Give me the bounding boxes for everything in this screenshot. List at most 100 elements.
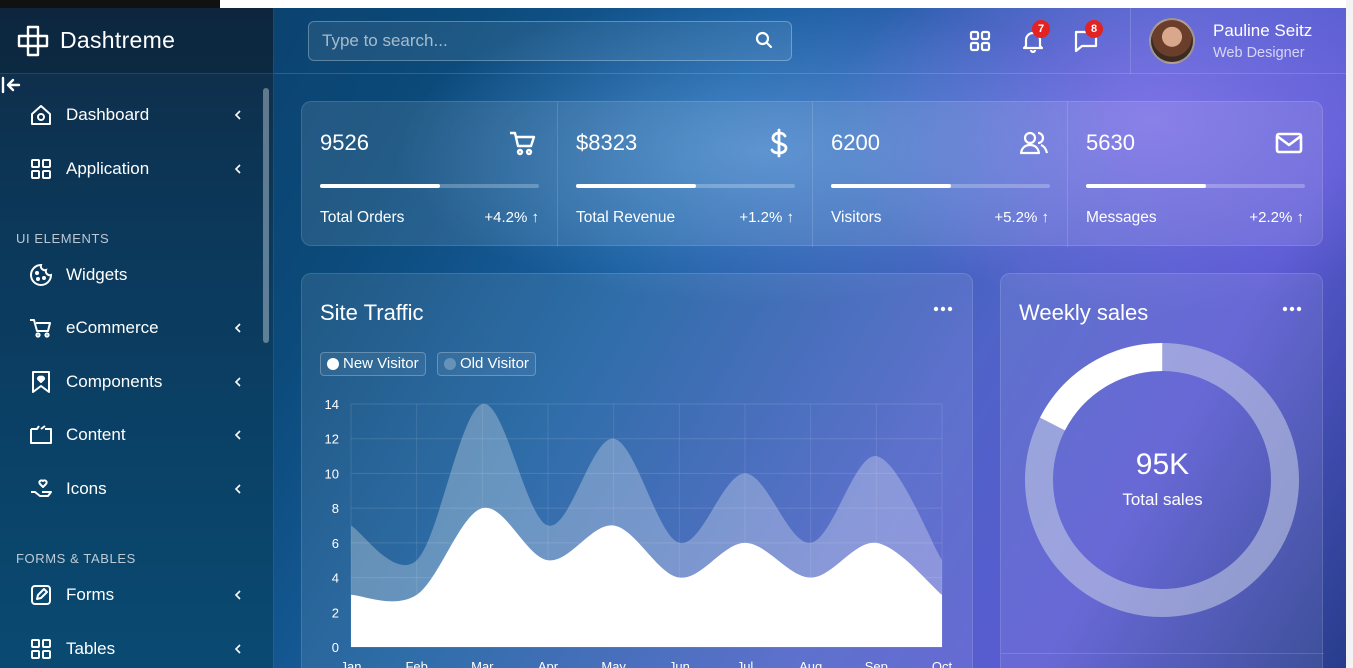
arrow-up-icon: ↑ — [531, 209, 540, 226]
panel-title: Weekly sales — [1019, 300, 1149, 325]
donut-value: 95K — [1135, 448, 1190, 481]
legend-label: New Visitor — [343, 355, 419, 372]
hand-heart-icon — [31, 479, 52, 497]
sidebar-item-tables[interactable]: Tables — [0, 626, 262, 668]
browser-top-strip-dark — [0, 0, 220, 8]
chevron-left-icon — [234, 590, 241, 600]
sidebar-item-label: Widgets — [66, 265, 128, 284]
stat-change-value: +2.2% — [1249, 209, 1293, 226]
stat-progress — [831, 184, 1050, 188]
chevron-left-icon — [234, 323, 241, 333]
stat-progress-fill — [320, 184, 441, 188]
chevron-left-icon — [234, 484, 241, 494]
x-tick-label: Jul — [737, 659, 754, 668]
envelope-icon — [1275, 132, 1303, 154]
chevron-left-icon — [234, 644, 241, 654]
edit-icon — [31, 585, 51, 605]
y-tick-label: 2 — [332, 605, 339, 620]
users-icon — [1019, 131, 1049, 155]
arrow-up-icon: ↑ — [1041, 209, 1050, 226]
x-tick-label: Jan — [341, 659, 362, 668]
grid-icon — [31, 159, 51, 179]
brand[interactable]: Dashtreme — [0, 8, 273, 74]
site-traffic-chart: 0 2 4 6 8 10 12 14 Jan Feb Mar Apr May Jun Jul Aug Sep Oc… — [325, 397, 953, 668]
x-tick-label: Jun — [669, 659, 690, 668]
sidebar-item-label: Content — [66, 425, 126, 444]
user-profile[interactable]: Pauline Seitz Web Designer — [1130, 8, 1353, 74]
sidebar-item-widgets[interactable]: Widgets — [0, 252, 262, 298]
weekly-sales-donut — [1025, 343, 1299, 617]
notifications-badge: 7 — [1032, 20, 1050, 38]
sidebar-item-application[interactable]: Application — [0, 146, 262, 192]
table-icon — [31, 639, 51, 659]
apps-grid-icon[interactable] — [967, 28, 993, 54]
donut-label: Total sales — [1122, 490, 1203, 509]
sidebar-item-label: Dashboard — [66, 105, 150, 124]
content-icon — [30, 425, 52, 444]
stat-change-value: +5.2% — [994, 209, 1038, 226]
sidebar-item-forms[interactable]: Forms — [0, 572, 262, 618]
stat-progress — [576, 184, 795, 188]
y-tick-label: 4 — [332, 571, 339, 586]
sidebar-item-label: Icons — [66, 479, 107, 498]
stat-total-revenue: $8323 Total Revenue +1.2% ↑ — [557, 102, 812, 247]
x-tick-label: Mar — [471, 659, 494, 668]
sidebar-item-label: eCommerce — [66, 318, 159, 337]
stat-progress-fill — [576, 184, 697, 188]
dollar-icon — [770, 128, 788, 158]
sidebar-item-label: Forms — [66, 585, 115, 604]
stat-messages: 5630 Messages +2.2% ↑ — [1067, 102, 1322, 247]
search-input[interactable] — [308, 21, 792, 61]
x-tick-label: Feb — [405, 659, 427, 668]
y-tick-label: 12 — [325, 432, 339, 447]
y-tick-label: 0 — [332, 640, 339, 655]
stat-value: 9526 — [320, 130, 369, 155]
sidebar-item-ecommerce[interactable]: eCommerce — [0, 305, 262, 351]
stat-value: $8323 — [576, 130, 638, 155]
cart-icon — [30, 319, 51, 338]
more-options-icon[interactable] — [932, 304, 954, 314]
arrow-up-icon: ↑ — [1296, 209, 1305, 226]
chevron-left-icon — [234, 377, 241, 387]
sidebar-item-label: Components — [66, 372, 163, 391]
y-tick-label: 6 — [332, 536, 339, 551]
brand-name: Dashtreme — [60, 27, 176, 53]
stat-visitors: 6200 Visitors +5.2% ↑ — [812, 102, 1067, 247]
search-icon[interactable] — [754, 30, 774, 50]
stat-progress — [1086, 184, 1305, 188]
stat-progress — [320, 184, 539, 188]
legend-new-visitor[interactable]: New Visitor — [320, 352, 426, 376]
sidebar: Dashtreme Dashboard Application UI ELEME… — [0, 8, 274, 668]
chevron-left-icon — [234, 110, 241, 120]
x-tick-label: Aug — [799, 659, 822, 668]
user-name: Pauline Seitz — [1213, 21, 1313, 40]
section-ui-elements: UI ELEMENTS — [16, 231, 110, 246]
sidebar-item-icons[interactable]: Icons — [0, 466, 262, 512]
sidebar-item-components[interactable]: Components — [0, 359, 262, 405]
panel-divider — [1001, 653, 1324, 654]
stat-change: +4.2% ↑ — [484, 209, 539, 226]
legend-dot — [444, 358, 456, 370]
browser-top-strip — [0, 0, 1353, 8]
avatar[interactable] — [1149, 18, 1195, 64]
sidebar-item-content[interactable]: Content — [0, 412, 262, 458]
more-options-icon[interactable] — [1281, 304, 1303, 314]
x-tick-label: Oct — [932, 659, 953, 668]
top-header: 7 8 Pauline Seitz Web Designer — [274, 8, 1353, 74]
stat-value: 6200 — [831, 130, 880, 155]
legend-label: Old Visitor — [460, 355, 529, 372]
stat-value: 5630 — [1086, 130, 1135, 155]
x-tick-label: May — [601, 659, 626, 668]
x-tick-label: Sep — [865, 659, 888, 668]
stat-label: Visitors — [831, 209, 882, 226]
panel-title: Site Traffic — [320, 300, 424, 325]
sidebar-item-dashboard[interactable]: Dashboard — [0, 92, 262, 138]
logo-icon — [17, 25, 49, 56]
chevron-left-icon — [234, 430, 241, 440]
legend-old-visitor[interactable]: Old Visitor — [437, 352, 536, 376]
sidebar-scrollbar[interactable] — [263, 88, 269, 343]
x-tick-label: Apr — [538, 659, 559, 668]
stat-change-value: +4.2% — [484, 209, 528, 226]
legend-dot — [327, 358, 339, 370]
stat-change: +5.2% ↑ — [994, 209, 1049, 226]
